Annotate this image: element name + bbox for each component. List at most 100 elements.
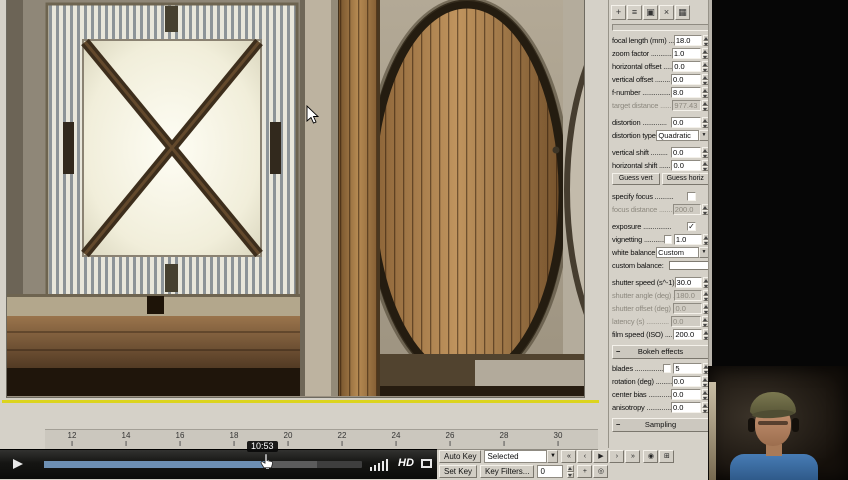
dropdown-white-balance[interactable]: Custom ▼ <box>656 247 709 258</box>
tick-label: 30 <box>553 431 563 440</box>
value-field[interactable]: 0.0 <box>671 117 701 128</box>
pan-view-button[interactable]: + <box>577 465 593 478</box>
value-field[interactable]: 30.0 <box>674 277 702 288</box>
guess-vert-button[interactable]: Guess vert <box>612 173 660 185</box>
rollout-header-sampling[interactable]: − Sampling <box>612 418 709 432</box>
field-of-view-button[interactable]: ⊞ <box>659 450 675 463</box>
value-field[interactable]: 0.0 <box>671 74 701 85</box>
param-label: film speed (ISO) ....... <box>612 330 674 339</box>
param-label: center bias ............ <box>612 390 671 399</box>
value-field[interactable]: 8.0 <box>671 87 701 98</box>
rollout-header-bokeh-effects[interactable]: − Bokeh effects <box>612 345 709 359</box>
frame-spinner[interactable] <box>567 465 575 478</box>
param-row-vignetting: vignetting ............. 1.0 <box>610 233 711 246</box>
param-label: target distance ........ <box>612 101 673 110</box>
key-filters-button[interactable]: Key Filters... <box>480 465 535 478</box>
3d-viewport[interactable] <box>6 0 585 398</box>
next-frame-button[interactable]: › <box>609 450 625 463</box>
rollout-title: Bokeh effects <box>637 347 684 356</box>
value-field[interactable]: 0.0 <box>671 316 701 327</box>
3dsmax-app-region: 12 14 16 18 20 22 24 26 28 30 Auto Key Selected ▼… <box>0 0 712 480</box>
value-field[interactable]: 200.0 <box>673 329 702 340</box>
value-field[interactable]: 0.0 <box>672 61 702 72</box>
auto-key-button[interactable]: Auto Key <box>439 450 482 463</box>
orbit-view-button[interactable]: ◎ <box>593 465 609 478</box>
hd-toggle[interactable]: HD <box>398 457 414 469</box>
color-swatch[interactable] <box>669 261 709 270</box>
checkbox[interactable]: ✓ <box>687 222 696 231</box>
value-field[interactable]: 0.0 <box>673 303 702 314</box>
fullscreen-button[interactable] <box>421 459 432 468</box>
go-to-end-button[interactable]: » <box>625 450 641 463</box>
tick-mark <box>449 441 451 446</box>
seek-bar[interactable] <box>44 460 362 469</box>
tick-label: 22 <box>337 431 347 440</box>
param-label: specify focus .......... <box>612 192 674 201</box>
value-field[interactable]: 0.0 <box>671 402 701 413</box>
volume-icon[interactable] <box>370 458 388 471</box>
viewport-render <box>7 0 584 396</box>
param-row-focal-length-mm: focal length (mm) ...... 18.0 <box>610 34 711 47</box>
param-row-specify-focus: specify focus .......... <box>610 190 711 203</box>
spinner-down-icon[interactable] <box>567 471 575 478</box>
dropdown-distortion-type[interactable]: Quadratic ▼ <box>656 130 709 141</box>
value-field[interactable]: 1.0 <box>671 48 702 59</box>
viewport-nav-icons-row2: + ◎ <box>577 465 609 478</box>
param-label: shutter offset (deg) ... <box>612 304 674 313</box>
mouse-cursor-hand <box>260 453 274 469</box>
current-frame-field[interactable]: 0 <box>537 465 564 478</box>
chevron-down-icon[interactable]: ▼ <box>547 450 559 463</box>
value-field[interactable]: 18.0 <box>673 35 702 46</box>
timeline-tick: 28 <box>500 431 508 446</box>
headphone-left <box>748 418 755 432</box>
collapse-minus-icon: − <box>616 420 621 429</box>
previous-frame-button[interactable]: ‹ <box>577 450 593 463</box>
tick-mark <box>287 441 289 446</box>
param-label: f-number ............... <box>612 88 671 97</box>
collapse-minus-icon: − <box>616 347 621 356</box>
headphone-right <box>792 418 799 432</box>
modifier-stack-toolbar: + ≡ ▣ × ▦ <box>609 0 712 23</box>
remove-modifier-icon[interactable]: × <box>659 4 674 20</box>
guess-horiz-button[interactable]: Guess horiz <box>661 173 709 185</box>
play-animation-button[interactable]: ▶ <box>593 450 609 463</box>
timeline-ruler[interactable]: 12 14 16 18 20 22 24 26 28 30 <box>45 429 598 450</box>
value-field[interactable]: 0.0 <box>671 160 702 171</box>
active-viewport-border <box>2 400 599 403</box>
value-field[interactable]: 0.0 <box>671 389 701 400</box>
zoom-extents-button[interactable]: ◉ <box>643 450 659 463</box>
value-field[interactable]: 0.0 <box>671 147 701 158</box>
camera-parameters-rollout: focal length (mm) ...... 18.0 zoom factor … <box>609 33 712 432</box>
set-key-button[interactable]: Set Key <box>439 465 478 478</box>
value-field[interactable]: 0.0 <box>671 376 702 387</box>
go-to-start-button[interactable]: « <box>561 450 577 463</box>
tick-label: 18 <box>229 431 239 440</box>
param-row-horizontal-offset: horizontal offset ...... 0.0 <box>610 60 711 73</box>
make-unique-icon[interactable]: ▣ <box>643 4 658 20</box>
value-field[interactable]: 977.43 <box>672 100 702 111</box>
value-field[interactable]: 5 <box>673 363 702 374</box>
checkbox[interactable] <box>663 235 672 244</box>
volume-bar <box>374 465 376 471</box>
show-end-result-icon[interactable]: ≡ <box>627 4 642 20</box>
timeline-tick: 12 <box>68 431 76 446</box>
configure-modifier-sets-icon[interactable]: ▦ <box>675 4 690 20</box>
param-label: distortion type: <box>612 131 657 140</box>
param-label: vertical offset ........ <box>612 75 671 84</box>
play-button[interactable] <box>13 459 23 469</box>
dropdown-value: Selected <box>484 450 548 463</box>
param-label: horizontal offset ...... <box>612 62 673 71</box>
set-key-filter-dropdown[interactable]: Selected ▼ <box>484 450 559 463</box>
checkbox[interactable] <box>687 192 696 201</box>
value-field[interactable]: 180.0 <box>674 290 702 301</box>
pin-stack-icon[interactable]: + <box>611 4 626 20</box>
checkbox[interactable] <box>662 364 672 373</box>
tick-mark <box>125 441 127 446</box>
param-label: focus distance ......... <box>612 205 673 214</box>
param-label: vignetting ............. <box>612 235 664 244</box>
modifier-stack-strip[interactable] <box>612 24 709 31</box>
playback-transport: «‹ ▶ ›» <box>561 450 641 463</box>
value-field[interactable]: 1.0 <box>673 234 702 245</box>
param-row-vertical-shift: vertical shift ......... 0.0 <box>610 146 711 159</box>
value-field[interactable]: 200.0 <box>672 204 702 215</box>
